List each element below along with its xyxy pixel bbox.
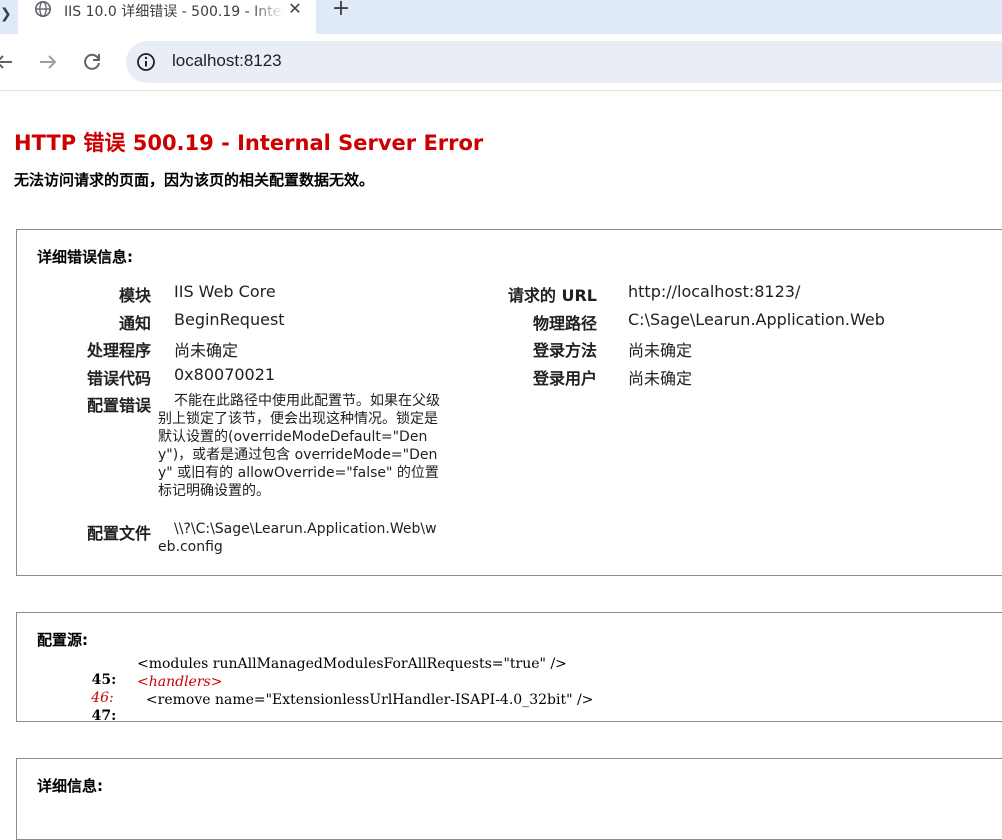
error-page: HTTP 错误 500.19 - Internal Server Error 无…	[0, 91, 1002, 840]
code-line: <modules runAllManagedModulesForAllReque…	[137, 656, 567, 672]
request-url-label: 请求的 URL	[507, 286, 597, 305]
notification-value: BeginRequest	[174, 310, 285, 329]
more-info-box: 详细信息:	[16, 758, 1002, 840]
new-tab-button[interactable]: +	[330, 0, 352, 20]
tab-scroll-left-icon[interactable]: ❯	[0, 6, 12, 22]
logon-method-value: 尚未确定	[628, 341, 693, 360]
browser-toolbar: localhost:8123	[0, 34, 1002, 91]
forward-arrow-icon[interactable]	[36, 50, 60, 74]
tab-title: IIS 10.0 详细错误 - 500.19 - Internal Server…	[64, 4, 284, 20]
config-source-heading: 配置源:	[37, 631, 88, 649]
request-url-value: http://localhost:8123/	[628, 282, 801, 301]
physical-path-value: C:\Sage\Learun.Application.Web	[628, 310, 885, 329]
reload-icon[interactable]	[80, 50, 104, 74]
close-tab-icon[interactable]: ✕	[286, 0, 304, 18]
error-details-box: 详细错误信息: 模块 IIS Web Core 通知 BeginRequest …	[16, 229, 1002, 576]
url-text[interactable]: localhost:8123	[172, 51, 282, 71]
back-arrow-icon[interactable]	[0, 50, 16, 74]
tab-strip: ❯ IIS 10.0 详细错误 - 500.19 - Internal Serv…	[0, 0, 1002, 34]
handler-label: 处理程序	[86, 341, 151, 360]
page-subtitle: 无法访问请求的页面，因为该页的相关配置数据无效。	[14, 171, 375, 189]
error-code-label: 错误代码	[86, 369, 151, 388]
module-value: IIS Web Core	[174, 282, 276, 301]
config-error-value: 不能在此路径中使用此配置节。如果在父级别上锁定了该节，便会出现这种情况。锁定是默…	[158, 393, 440, 499]
more-info-heading: 详细信息:	[37, 777, 103, 795]
error-details-heading: 详细错误信息:	[37, 248, 133, 266]
physical-path-label: 物理路径	[532, 314, 597, 333]
config-file-value: \\?\C:\Sage\Learun.Application.Web\web.c…	[158, 521, 437, 555]
logon-user-label: 登录用户	[532, 369, 597, 388]
config-error-label: 配置错误	[86, 396, 151, 415]
logon-method-label: 登录方法	[532, 341, 597, 360]
code-line: <remove name="ExtensionlessUrlHandler-IS…	[137, 692, 594, 708]
site-info-icon[interactable]	[136, 52, 156, 72]
notification-label: 通知	[118, 314, 151, 333]
error-code-value: 0x80070021	[174, 365, 276, 384]
logon-user-value: 尚未确定	[628, 369, 693, 388]
module-label: 模块	[118, 286, 151, 305]
address-bar[interactable]: localhost:8123	[126, 41, 1002, 83]
active-tab[interactable]: IIS 10.0 详细错误 - 500.19 - Internal Server…	[18, 0, 316, 34]
handler-value: 尚未确定	[174, 341, 239, 360]
page-title: HTTP 错误 500.19 - Internal Server Error	[14, 131, 484, 155]
config-source-box: 配置源: 45: <modules runAllManagedModulesFo…	[16, 612, 1002, 724]
globe-icon	[34, 0, 52, 18]
code-line-error: <handlers>	[137, 674, 223, 690]
code-line-number: 47:	[91, 708, 117, 724]
config-file-label: 配置文件	[86, 524, 151, 543]
